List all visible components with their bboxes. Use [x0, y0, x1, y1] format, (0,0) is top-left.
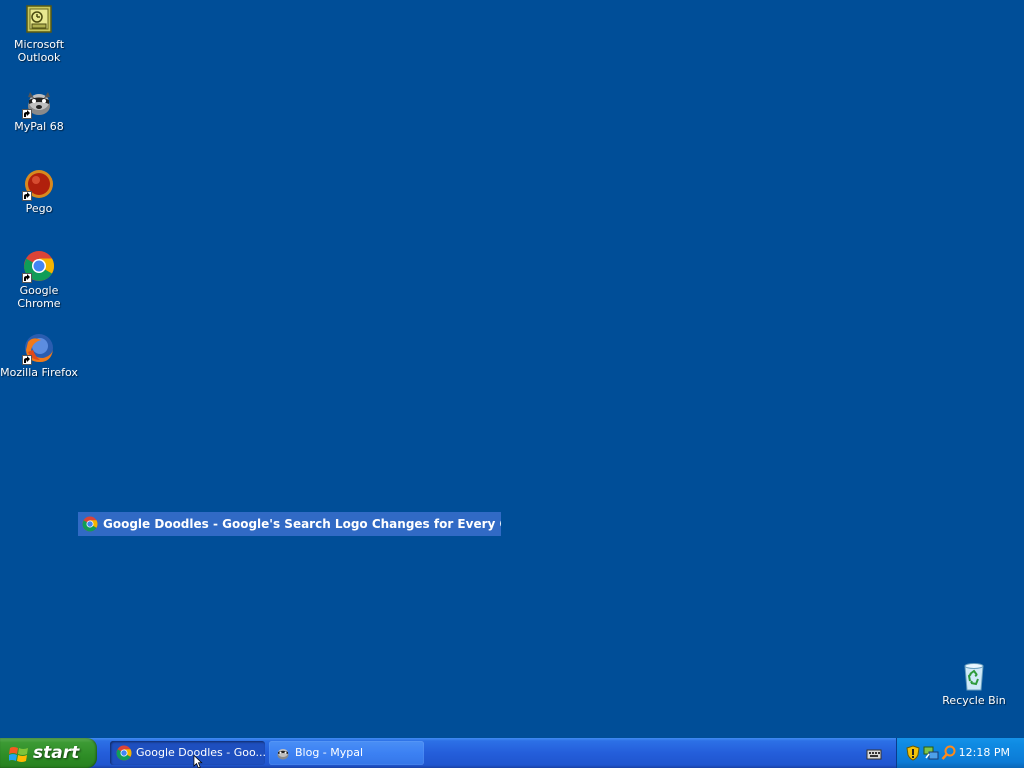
dragged-link-label[interactable]: Google Doodles - Google's Search Logo Ch…: [78, 512, 501, 536]
desktop-icon-recycle-bin[interactable]: Recycle Bin: [935, 660, 1013, 707]
start-button[interactable]: start: [0, 738, 97, 768]
mypal-icon: [275, 745, 291, 761]
mypal-icon: [22, 86, 55, 119]
shortcut-arrow-icon: [22, 355, 32, 365]
windows-logo-icon: [8, 744, 29, 762]
firefox-icon: [22, 332, 55, 365]
recycle-bin-icon: [958, 660, 990, 692]
start-label: start: [33, 743, 80, 763]
taskbar-button-google-doodles[interactable]: Google Doodles - Goo...: [110, 741, 265, 765]
network-icon[interactable]: [923, 745, 939, 761]
desktop-icon-mypal[interactable]: MyPal 68: [0, 86, 78, 133]
desktop-icon-label: Google Chrome: [17, 284, 61, 310]
outlook-icon: [23, 4, 55, 36]
desktop-icon-firefox[interactable]: Mozilla Firefox: [0, 332, 78, 379]
desktop-icon-label: MyPal 68: [14, 120, 64, 133]
taskbar-button-blog-mypal[interactable]: Blog - Mypal: [269, 741, 424, 765]
dragged-link-text: Google Doodles - Google's Search Logo Ch…: [103, 517, 501, 531]
pego-icon: [22, 168, 55, 201]
desktop-icon-label: Microsoft Outlook: [13, 38, 65, 64]
search-icon[interactable]: [941, 745, 957, 761]
keyboard-icon[interactable]: [866, 746, 882, 760]
chrome-icon: [116, 745, 132, 761]
shortcut-arrow-icon: [22, 273, 32, 283]
chrome-icon: [82, 516, 98, 532]
chrome-icon: [22, 250, 55, 283]
clock[interactable]: 12:18 PM: [959, 738, 1010, 768]
taskbar: start Google Doodles - Goo... Blog - Myp…: [0, 738, 1024, 768]
desktop-icon-chrome[interactable]: Google Chrome: [0, 250, 78, 310]
shortcut-arrow-icon: [22, 109, 32, 119]
desktop-icon-pego[interactable]: Pego: [0, 168, 78, 215]
desktop-icon-label: Recycle Bin: [942, 694, 1006, 707]
taskbar-button-label: Blog - Mypal: [295, 746, 364, 759]
mouse-cursor-icon: [192, 754, 204, 768]
desktop-icon-label: Pego: [25, 202, 53, 215]
desktop-icon-outlook[interactable]: Microsoft Outlook: [0, 4, 78, 64]
desktop[interactable]: Microsoft Outlook MyPal 68 Pego Google C…: [0, 0, 1024, 738]
shortcut-arrow-icon: [22, 191, 32, 201]
desktop-icon-label: Mozilla Firefox: [0, 366, 78, 379]
security-shield-icon[interactable]: [905, 745, 921, 761]
system-tray: 12:18 PM: [896, 738, 1024, 768]
